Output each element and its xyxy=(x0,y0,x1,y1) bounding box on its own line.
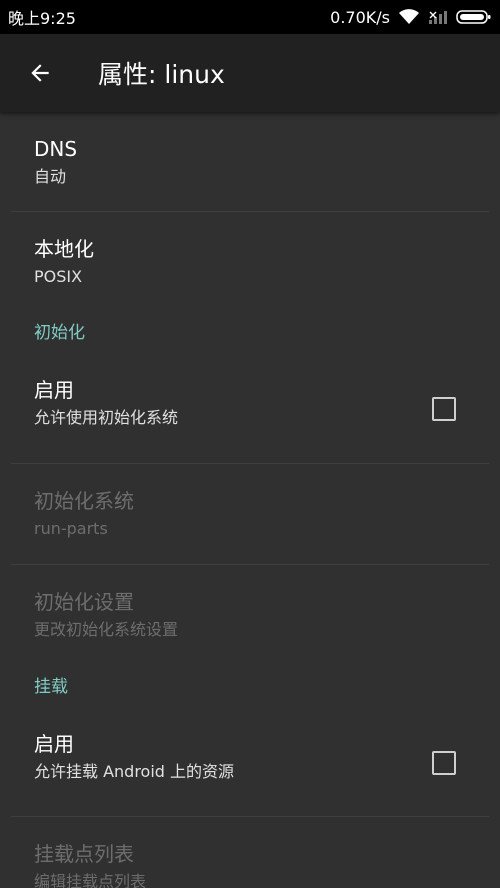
battery-icon xyxy=(456,10,491,24)
category-mount: 挂载 xyxy=(34,677,68,697)
page-title: 属性: linux xyxy=(98,60,225,89)
pref-init-enable-title: 启用 xyxy=(34,378,74,402)
wifi-icon xyxy=(399,9,419,24)
pref-locale[interactable]: 本地化 POSIX xyxy=(0,212,500,312)
network-speed: 0.70K/s xyxy=(330,7,390,27)
pref-init-enable[interactable]: 启用 允许使用初始化系统 xyxy=(0,354,500,463)
pref-init-system-title: 初始化系统 xyxy=(34,489,134,513)
pref-dns-title: DNS xyxy=(34,137,78,161)
pref-locale-summary: POSIX xyxy=(34,267,83,286)
arrow-back-icon xyxy=(31,64,49,82)
pref-mount-enable-title: 启用 xyxy=(34,732,74,756)
pref-init-settings-title: 初始化设置 xyxy=(34,590,134,614)
back-button[interactable] xyxy=(20,53,60,93)
pref-init-settings-summary: 更改初始化系统设置 xyxy=(34,620,179,639)
init-enable-checkbox[interactable] xyxy=(432,396,456,421)
status-bar: 晚上9:25 0.70K/s xyxy=(0,0,500,34)
preference-list: DNS 自动 本地化 POSIX 初始化 启用 允许使用初始化系统 初始化系统 … xyxy=(0,112,500,888)
pref-mount-points-title: 挂载点列表 xyxy=(34,842,134,866)
signal-icon xyxy=(429,11,447,24)
app-bar: 属性: linux xyxy=(0,34,500,112)
pref-mount-enable[interactable]: 启用 允许挂载 Android 上的资源 xyxy=(0,709,500,816)
status-right: 0.70K/s xyxy=(330,8,492,27)
pref-init-system: 初始化系统 run-parts xyxy=(0,464,500,564)
mount-enable-checkbox[interactable] xyxy=(432,750,456,775)
pref-mount-points: 挂载点列表 编辑挂载点列表 xyxy=(0,817,500,888)
status-time: 晚上9:25 xyxy=(8,9,76,28)
pref-init-settings: 初始化设置 更改初始化系统设置 xyxy=(0,565,500,665)
pref-locale-title: 本地化 xyxy=(34,237,94,261)
pref-mount-points-summary: 编辑挂载点列表 xyxy=(34,872,147,888)
pref-init-system-summary: run-parts xyxy=(34,519,108,538)
pref-dns-summary: 自动 xyxy=(34,167,67,186)
pref-init-enable-summary: 允许使用初始化系统 xyxy=(34,408,179,427)
pref-dns[interactable]: DNS 自动 xyxy=(0,112,500,211)
category-init: 初始化 xyxy=(34,323,85,343)
pref-mount-enable-summary: 允许挂载 Android 上的资源 xyxy=(34,762,235,781)
